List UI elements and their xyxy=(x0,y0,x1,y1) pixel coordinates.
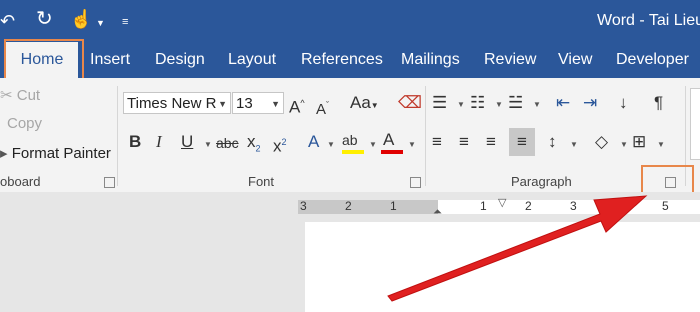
annotation-arrow xyxy=(387,195,648,302)
